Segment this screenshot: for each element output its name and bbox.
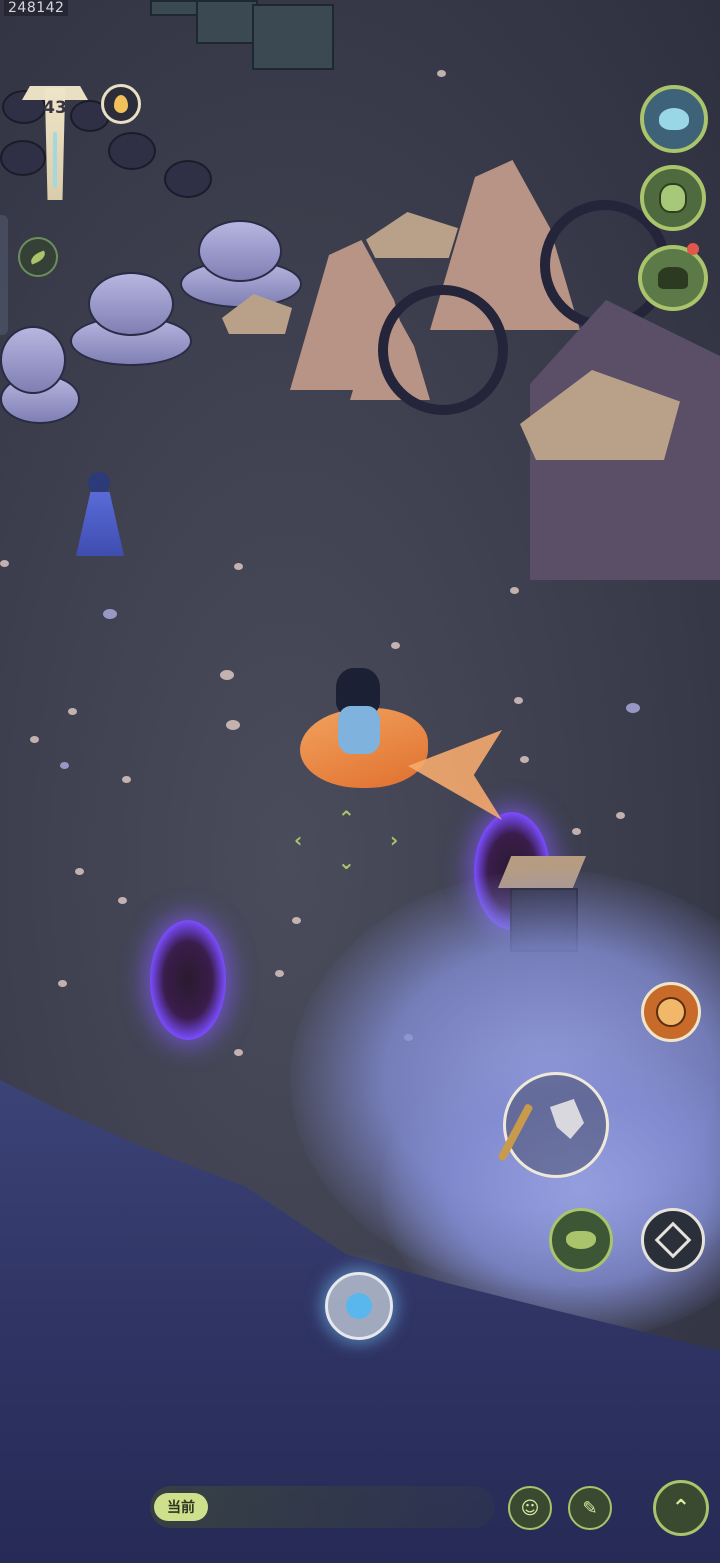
expand-up-button[interactable]: ⌃ xyxy=(653,1480,709,1536)
pebble xyxy=(220,670,234,680)
monster-icon xyxy=(658,267,688,289)
leaf-button[interactable] xyxy=(18,237,58,277)
move-indicator-left: ‹ xyxy=(294,828,303,852)
water-orb-button[interactable] xyxy=(325,1272,393,1340)
cloud-button[interactable] xyxy=(549,1208,613,1272)
pebble xyxy=(572,828,581,835)
portal[interactable] xyxy=(150,920,226,1040)
pebble xyxy=(510,587,519,594)
pebble xyxy=(520,756,529,763)
cooking-pot xyxy=(108,132,156,170)
pebble xyxy=(391,642,400,649)
pebble xyxy=(75,868,84,875)
pebble xyxy=(60,762,69,769)
diamond-icon xyxy=(654,1221,692,1259)
axe-icon xyxy=(550,1099,584,1139)
storage-chest[interactable] xyxy=(252,4,334,70)
cloud-icon xyxy=(566,1231,596,1249)
jar-icon xyxy=(659,183,687,213)
pebble xyxy=(58,980,67,987)
npc-villager[interactable] xyxy=(70,472,130,558)
player-level: 43 xyxy=(43,98,67,118)
storage-chest[interactable] xyxy=(196,0,258,44)
water-orb-icon xyxy=(346,1293,372,1319)
jar-button[interactable] xyxy=(640,165,706,231)
side-panel-handle[interactable] xyxy=(0,215,8,335)
flame-icon xyxy=(114,95,128,113)
pebble xyxy=(118,897,127,904)
move-indicator-right: › xyxy=(390,828,399,852)
pebble xyxy=(122,776,131,783)
pebble xyxy=(234,563,243,570)
skill-face-button[interactable] xyxy=(641,982,701,1042)
brush-button[interactable]: ✎ xyxy=(568,1486,612,1530)
cooking-pot xyxy=(164,160,212,198)
notification-dot xyxy=(687,243,699,255)
monster-button[interactable] xyxy=(638,245,708,311)
diamond-button[interactable] xyxy=(641,1208,705,1272)
pebble xyxy=(103,609,117,619)
face-icon xyxy=(656,997,686,1027)
axe-action-button[interactable] xyxy=(497,1072,609,1178)
pebble xyxy=(226,720,240,730)
wave-icon xyxy=(659,108,689,130)
pebble xyxy=(234,1049,243,1056)
level-progress-bar xyxy=(53,132,57,188)
pebble xyxy=(616,812,625,819)
flame-button[interactable] xyxy=(101,84,141,124)
storage-chest[interactable] xyxy=(150,0,198,16)
chat-channel-label[interactable]: 当前 xyxy=(154,1493,208,1521)
wave-button[interactable] xyxy=(640,85,708,153)
pebble xyxy=(275,970,284,977)
pebble xyxy=(514,697,523,704)
pebble xyxy=(626,703,640,713)
move-indicator-down: ⌄ xyxy=(338,850,355,874)
pebble xyxy=(292,917,301,924)
pebble xyxy=(68,708,77,715)
emoji-button[interactable]: ☺ xyxy=(508,1486,552,1530)
cooking-pot xyxy=(0,140,46,176)
player-on-koi[interactable] xyxy=(298,668,503,828)
millstone[interactable] xyxy=(70,272,192,368)
millstone[interactable] xyxy=(180,220,302,310)
pebble xyxy=(437,70,446,77)
water-wheel xyxy=(378,285,508,415)
player-id: 248142 xyxy=(4,0,69,16)
leaf-icon xyxy=(28,250,48,264)
pebble xyxy=(30,736,39,743)
pebble xyxy=(0,560,9,567)
millstone[interactable] xyxy=(0,326,80,426)
